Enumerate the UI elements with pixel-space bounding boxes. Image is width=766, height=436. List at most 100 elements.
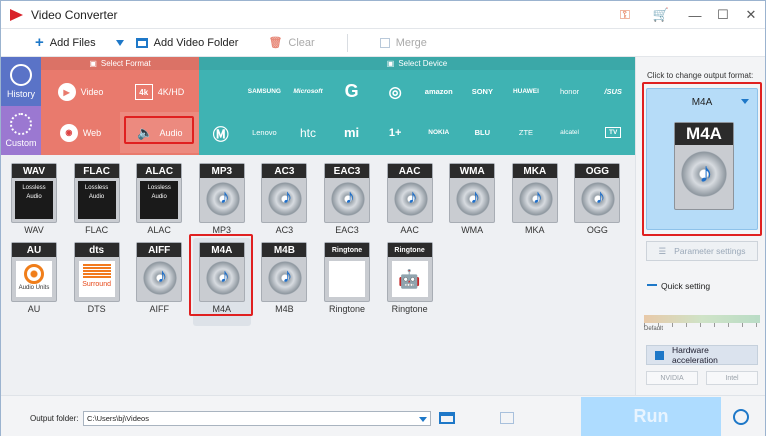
parameter-settings-button[interactable]: ☰ Parameter settings [646,241,758,261]
format-icon: FLAC Lossless Audio [73,163,120,223]
trash-icon: 🗑 [268,37,283,49]
device-alcatel[interactable]: alcatel [548,112,592,153]
format-tile-m4a[interactable]: M4A ♪ M4A [188,234,253,326]
format-4khd[interactable]: 4k 4K/HD [120,72,199,112]
add-files-button[interactable]: + Add Files [29,32,102,54]
format-video[interactable]: ▶ Video [41,72,120,112]
device-microsoft[interactable]: Microsoft [286,71,330,112]
format-tile-ogg[interactable]: OGG ♪ OGG [568,159,626,247]
device-mi[interactable]: mi [330,112,374,153]
format-badge: Ringtone [387,243,432,257]
quality-slider[interactable] [644,315,760,323]
format-icon: WAV Lossless Audio [11,163,57,223]
merge-output-icon[interactable] [500,412,514,424]
format-icon: AC3 ♪ [261,163,308,223]
device-samsung[interactable]: SAMSUNG [243,71,287,112]
dts-icon: Surround [78,261,115,297]
format-name: ALAC [147,225,171,235]
format-icon: Ringtone [324,242,370,302]
format-tile-au[interactable]: AU Audio Units AU [5,238,63,326]
cart-icon[interactable]: 🛒 [648,4,674,26]
alarm-clock-icon[interactable] [733,409,749,425]
device-google[interactable]: G [330,71,374,112]
format-badge: WAV [12,164,56,178]
format-name: FLAC [85,225,109,235]
format-tile-mka[interactable]: MKA ♪ MKA [506,159,564,247]
device-asus[interactable]: /SUS [591,71,635,112]
format-tile-ringtone[interactable]: Ringtone Ringtone [318,238,376,326]
format-icon: MKA ♪ [511,163,558,223]
device-sony[interactable]: SONY [461,71,505,112]
nav-history[interactable]: History [1,57,41,106]
select-format-title: Select Format [100,59,151,68]
device-nokia[interactable]: NOKIA [417,112,461,153]
format-tile-flac[interactable]: FLAC Lossless Audio FLAC [68,159,126,247]
format-badge: MP3 [199,164,244,178]
format-name: WAV [24,225,44,235]
audio-units-icon: Audio Units [16,261,52,297]
folder-icon [135,37,148,48]
device-honor[interactable]: honor [548,71,592,112]
device-apple[interactable] [199,71,243,112]
format-icon: OGG ♪ [574,163,621,223]
music-note-icon: ♪ [345,186,355,208]
device-oneplus[interactable]: 1+ [373,112,417,153]
device-motorola-round[interactable]: ◎ [373,71,417,112]
select-device-panel: ▣ Select Device SAMSUNG Microsoft G ◎ am… [199,57,635,155]
format-tile-dts[interactable]: dts Surround DTS [68,238,126,326]
nvidia-toggle[interactable]: NVIDIA [646,371,698,385]
format-tile-ringtone[interactable]: Ringtone 🤖 Ringtone [381,238,439,326]
device-htc[interactable]: htc [286,112,330,153]
run-button[interactable]: Run [581,397,721,436]
dropdown-icon [115,39,124,46]
maximize-button[interactable]: ☐ [710,4,736,26]
format-name: AIFF [149,304,169,314]
format-tile-wav[interactable]: WAV Lossless Audio WAV [5,159,63,247]
music-note-icon: ♪ [532,186,543,208]
add-files-label: Add Files [49,36,96,49]
quick-setting: Quick setting [647,281,710,291]
nav-custom[interactable]: Custom [1,106,41,155]
add-files-dropdown[interactable] [110,32,130,54]
nav-history-label: History [6,89,35,99]
device-motorola[interactable]: Ⓜ [199,112,243,153]
output-folder-label: Output folder: [30,414,79,423]
format-badge: WMA [450,164,495,178]
merge-label: Merge [395,36,427,49]
format-name: Ringtone [391,304,428,314]
key-icon[interactable]: ⚿ [612,4,638,26]
merge-button[interactable]: Merge [374,32,433,54]
format-tile-ac3[interactable]: AC3 ♪ AC3 [255,159,313,247]
format-tile-wma[interactable]: WMA ♪ WMA [443,159,501,247]
format-tile-alac[interactable]: ALAC Lossless Audio ALAC [130,159,188,247]
format-tile-aiff[interactable]: AIFF ♪ AIFF [130,238,188,326]
device-huawei[interactable]: HUAWEI [504,71,548,112]
format-tile-eac3[interactable]: EAC3 ♪ EAC3 [318,159,376,247]
add-video-folder-button[interactable]: Add Video Folder [130,32,245,54]
intel-toggle[interactable]: Intel [706,371,758,385]
format-tile-m4b[interactable]: M4B ♪ M4B [255,238,313,326]
format-tile-aac[interactable]: AAC ♪ AAC [381,159,439,247]
clear-button[interactable]: 🗑 Clear [262,32,320,54]
select-device-header: ▣ Select Device [199,57,635,70]
close-button[interactable]: ✕ [738,4,764,26]
format-icon: M4B ♪ [261,242,308,302]
device-zte[interactable]: ZTE [504,112,548,153]
output-folder-field[interactable]: C:\Users\bj\Videos [83,411,431,426]
device-blu[interactable]: BLU [461,112,505,153]
hardware-acceleration-label: Hardware acceleration [672,345,718,365]
format-web[interactable]: ◉ Web [41,112,120,153]
device-lenovo[interactable]: Lenovo [243,112,287,153]
format-audio[interactable]: 🔈 Audio [120,112,199,153]
chevron-down-icon[interactable] [419,417,427,422]
device-tv[interactable]: TV [591,112,635,153]
open-folder-icon[interactable] [439,412,455,424]
apple-ringtone-icon [329,261,365,297]
clear-label: Clear [288,36,315,49]
toolbar: + Add Files Add Video Folder 🗑 Clear Mer… [1,29,765,57]
hardware-acceleration-button[interactable]: Hardware acceleration [646,345,758,365]
minimize-button[interactable]: — [682,4,708,26]
device-amazon[interactable]: amazon [417,71,461,112]
app-title: Video Converter [31,7,118,22]
output-format-highlight [642,82,762,236]
